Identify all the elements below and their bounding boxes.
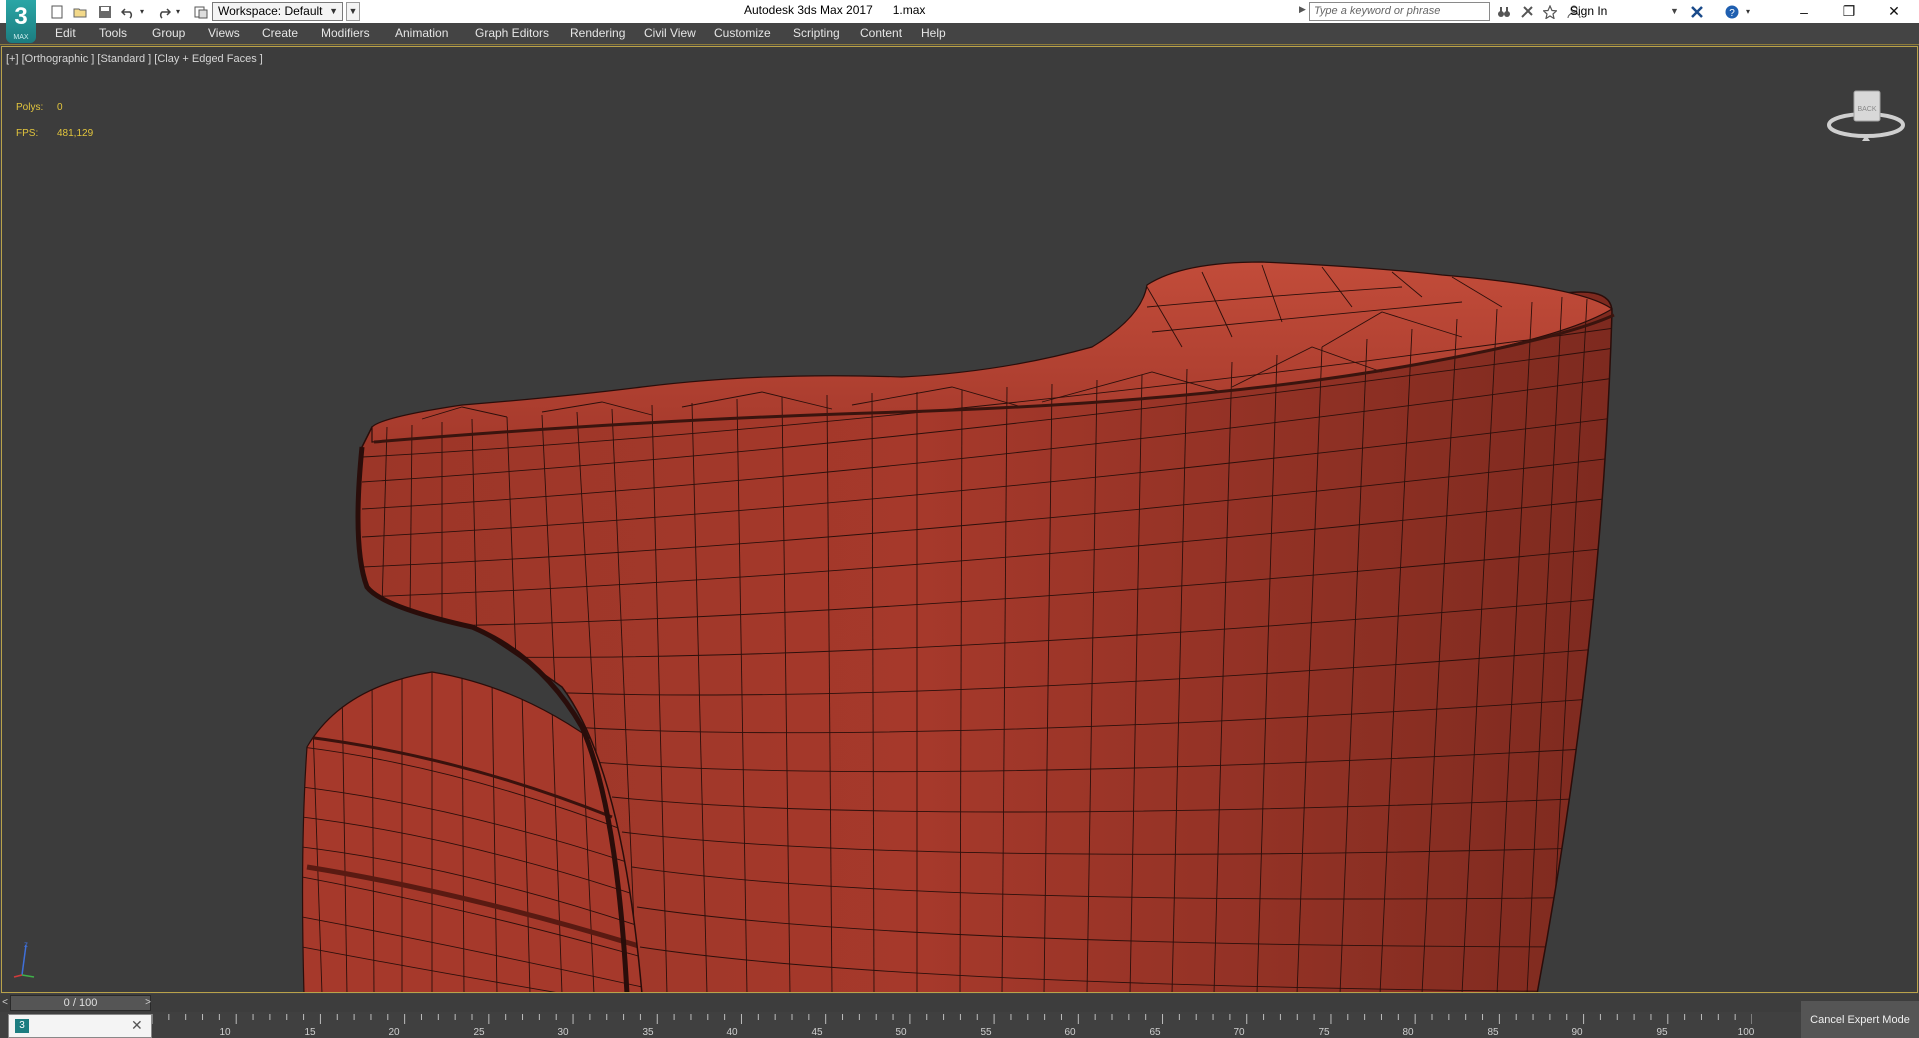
perspective-viewport[interactable]: [+] [Orthographic ] [Standard ] [Clay + … bbox=[1, 46, 1918, 993]
tick-label: 30 bbox=[557, 1027, 569, 1038]
menu-graph-editors[interactable]: Graph Editors bbox=[475, 26, 549, 40]
tick-label: 60 bbox=[1064, 1027, 1076, 1038]
autodesk-exchange-icon[interactable] bbox=[1688, 3, 1705, 20]
redo-dropdown-icon[interactable]: ▾ bbox=[173, 3, 183, 20]
tick-label: 15 bbox=[304, 1027, 316, 1038]
new-file-icon[interactable] bbox=[48, 3, 65, 20]
polys-value: 0 bbox=[57, 102, 63, 113]
tick-label: 45 bbox=[811, 1027, 823, 1038]
minimize-icon[interactable]: – bbox=[1781, 0, 1827, 23]
svg-text:?: ? bbox=[1729, 8, 1735, 19]
menu-rendering[interactable]: Rendering bbox=[570, 26, 625, 40]
app-logo-button[interactable]: 3 MAX bbox=[6, 0, 36, 43]
viewcube-icon[interactable]: BACK bbox=[1826, 83, 1906, 147]
tick-label: 80 bbox=[1402, 1027, 1414, 1038]
workspace-label: Workspace: Default bbox=[218, 4, 323, 18]
fps-label: FPS: bbox=[16, 128, 39, 139]
menu-edit[interactable]: Edit bbox=[55, 26, 76, 40]
prev-frame-button[interactable]: < bbox=[0, 995, 10, 1011]
sign-in-button[interactable]: Sign In bbox=[1570, 4, 1607, 18]
fps-value: 481,129 bbox=[57, 128, 94, 139]
menu-help[interactable]: Help bbox=[921, 26, 946, 40]
viewport-label[interactable]: [+] [Orthographic ] [Standard ] [Clay + … bbox=[6, 53, 263, 65]
tick-label: 40 bbox=[726, 1027, 738, 1038]
polys-label: Polys: bbox=[16, 102, 44, 113]
menu-views[interactable]: Views bbox=[208, 26, 240, 40]
menu-civil-view[interactable]: Civil View bbox=[644, 26, 696, 40]
tick-label: 75 bbox=[1318, 1027, 1330, 1038]
search-input[interactable]: Type a keyword or phrase bbox=[1309, 2, 1490, 21]
menu-group[interactable]: Group bbox=[152, 26, 185, 40]
menu-animation[interactable]: Animation bbox=[395, 26, 448, 40]
tick-label: 95 bbox=[1656, 1027, 1668, 1038]
favorites-icon[interactable] bbox=[1541, 3, 1558, 20]
workspace-menu-button[interactable]: ▼ bbox=[346, 2, 360, 21]
close-icon[interactable]: ✕ bbox=[1871, 0, 1917, 23]
tick-label: 85 bbox=[1487, 1027, 1499, 1038]
menu-tools[interactable]: Tools bbox=[99, 26, 127, 40]
tick-label: 50 bbox=[895, 1027, 907, 1038]
help-icon[interactable]: ? bbox=[1723, 3, 1740, 20]
cancel-expert-mode-button[interactable]: Cancel Expert Mode bbox=[1801, 1001, 1919, 1038]
next-frame-button[interactable]: > bbox=[143, 995, 153, 1011]
tick-label: 25 bbox=[473, 1027, 485, 1038]
svg-text:z: z bbox=[24, 940, 28, 949]
time-slider-bar: < 0 / 100 > bbox=[0, 994, 1919, 1012]
chevron-down-icon: ▼ bbox=[329, 6, 338, 16]
menu-modifiers[interactable]: Modifiers bbox=[321, 26, 370, 40]
app-logo-subtext: MAX bbox=[13, 34, 29, 41]
menu-scripting[interactable]: Scripting bbox=[793, 26, 840, 40]
tick-label: 100 bbox=[1737, 1027, 1755, 1038]
menu-bar: Edit Tools Group Views Create Modifiers … bbox=[0, 23, 1919, 45]
chevron-down-icon[interactable]: ▼ bbox=[1670, 6, 1679, 16]
axis-gizmo-icon: z bbox=[13, 940, 35, 978]
tick-label: 65 bbox=[1149, 1027, 1161, 1038]
app-taskbar-icon[interactable]: 3 bbox=[15, 1019, 29, 1033]
save-icon[interactable] bbox=[96, 3, 113, 20]
binoculars-icon[interactable] bbox=[1495, 3, 1512, 20]
tick-label: 55 bbox=[980, 1027, 992, 1038]
undo-dropdown-icon[interactable]: ▾ bbox=[137, 3, 147, 20]
close-icon[interactable]: ✕ bbox=[131, 1017, 143, 1034]
redo-icon[interactable] bbox=[155, 3, 172, 20]
project-folder-icon[interactable] bbox=[192, 3, 209, 20]
open-folder-icon[interactable] bbox=[71, 3, 88, 20]
maxscript-mini-listener[interactable]: 3 ✕ bbox=[8, 1014, 152, 1038]
tick-labels: 10 15 20 25 30 35 40 45 50 55 60 65 70 7… bbox=[152, 1012, 1755, 1038]
menu-content[interactable]: Content bbox=[860, 26, 902, 40]
undo-icon[interactable] bbox=[119, 3, 136, 20]
tick-label: 20 bbox=[388, 1027, 400, 1038]
tick-label: 35 bbox=[642, 1027, 654, 1038]
title-bar: 3 MAX ▾ ▾ Workspace: Default ▼ ▼ Autodesk … bbox=[0, 0, 1919, 43]
menu-customize[interactable]: Customize bbox=[714, 26, 771, 40]
viewcube-face-label: BACK bbox=[1857, 106, 1876, 113]
tick-label: 90 bbox=[1571, 1027, 1583, 1038]
help-dropdown-icon[interactable]: ▾ bbox=[1743, 3, 1753, 20]
window-title: Autodesk 3ds Max 2017 1.max bbox=[744, 3, 926, 17]
restore-icon[interactable]: ❐ bbox=[1826, 0, 1872, 23]
app-logo-text: 3 bbox=[14, 3, 28, 30]
subscription-icon[interactable] bbox=[1518, 3, 1535, 20]
search-expand-icon[interactable]: ▶ bbox=[1299, 4, 1306, 15]
menu-create[interactable]: Create bbox=[262, 26, 298, 40]
tick-label: 10 bbox=[219, 1027, 231, 1038]
time-slider[interactable]: 0 / 100 bbox=[10, 995, 151, 1011]
workspace-select[interactable]: Workspace: Default ▼ bbox=[212, 2, 343, 21]
armchair-model[interactable] bbox=[2, 47, 1918, 993]
tick-label: 70 bbox=[1233, 1027, 1245, 1038]
